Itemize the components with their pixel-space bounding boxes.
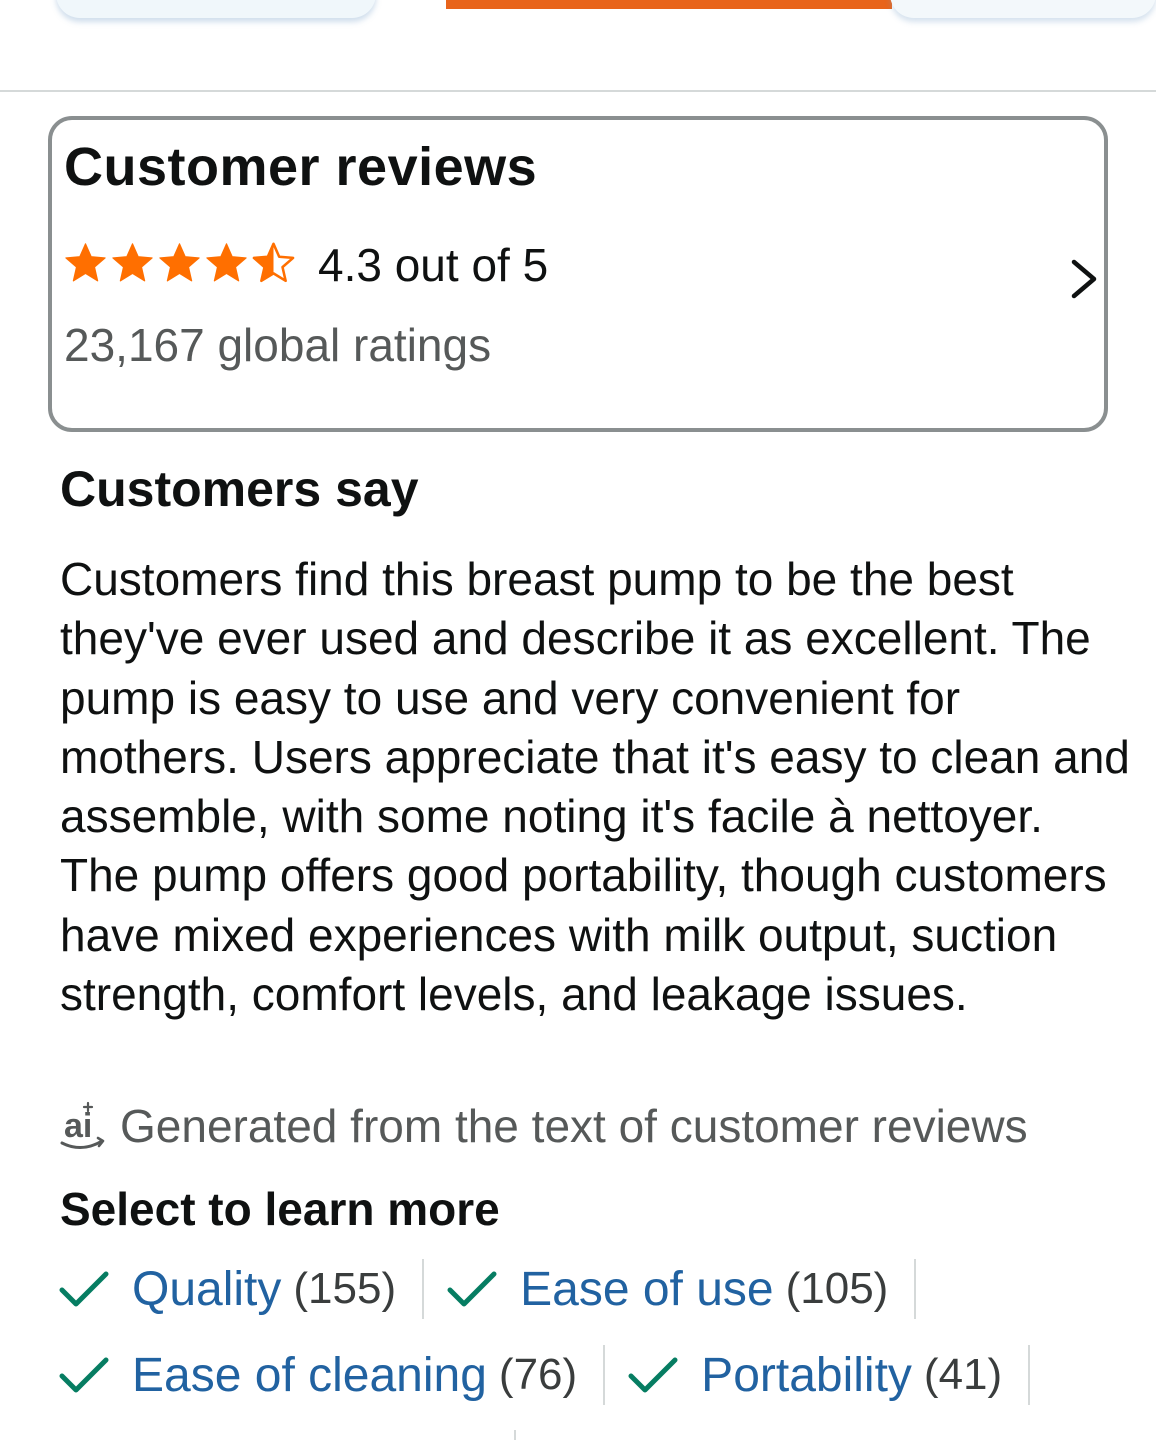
global-ratings-count: 23,167 global ratings	[64, 319, 492, 371]
tab-active-indicator	[446, 0, 892, 9]
star-full-icon	[159, 243, 200, 282]
tab-right[interactable]	[890, 0, 1156, 18]
aspect-quality[interactable]: Quality (155)	[58, 1258, 396, 1320]
divider	[422, 1259, 425, 1319]
star-rating	[62, 238, 297, 288]
checkmark-icon	[59, 1271, 109, 1307]
checkmark-icon	[447, 1271, 497, 1307]
aspect-row: Quality (155) Ease of use (105)	[58, 1258, 938, 1320]
aspect-label: Ease of use	[520, 1262, 774, 1316]
top-tab-strip	[0, 0, 1156, 92]
aspect-row: Ease of cleaning (76) Portability (41)	[58, 1344, 1052, 1406]
aspect-count: (105)	[785, 1264, 889, 1313]
star-full-icon	[206, 243, 247, 282]
learn-more-heading: Select to learn more	[60, 1183, 500, 1235]
aspect-count: (41)	[923, 1350, 1003, 1399]
card-title: Customer reviews	[64, 137, 538, 197]
star-full-icon	[112, 243, 153, 282]
aspect-count: (155)	[293, 1264, 397, 1313]
customer-reviews-card[interactable]: Customer reviews 4.3 out of 5 23,167 glo…	[48, 116, 1108, 432]
aspect-ease-of-use[interactable]: Ease of use (105)	[446, 1258, 888, 1320]
ai-generated-note: ai Generated from the text of customer r…	[58, 1096, 1028, 1156]
aspect-label: Portability	[701, 1348, 912, 1402]
star-full-icon	[65, 243, 106, 282]
divider	[1028, 1345, 1031, 1405]
star-half-icon	[252, 242, 295, 283]
ai-icon: ai	[60, 1101, 105, 1149]
divider	[603, 1345, 606, 1405]
ai-note-text: Generated from the text of customer revi…	[120, 1100, 1028, 1152]
tab-left[interactable]	[56, 0, 376, 18]
chevron-right-icon[interactable]	[1066, 256, 1102, 302]
rating-value: 4.3 out of 5	[318, 239, 549, 291]
checkmark-icon	[59, 1357, 109, 1393]
aspect-ease-of-cleaning[interactable]: Ease of cleaning (76)	[58, 1344, 577, 1406]
aspect-label: Ease of cleaning	[132, 1348, 487, 1402]
svg-text:ai: ai	[64, 1107, 92, 1145]
divider	[514, 1430, 516, 1440]
customers-say-heading: Customers say	[60, 461, 419, 517]
divider	[914, 1259, 917, 1319]
aspect-portability[interactable]: Portability (41)	[627, 1344, 1002, 1406]
review-summary-text: Customers find this breast pump to be th…	[60, 553, 1130, 1021]
checkmark-icon	[628, 1357, 678, 1393]
aspect-count: (76)	[498, 1350, 578, 1399]
aspect-label: Quality	[132, 1262, 282, 1316]
